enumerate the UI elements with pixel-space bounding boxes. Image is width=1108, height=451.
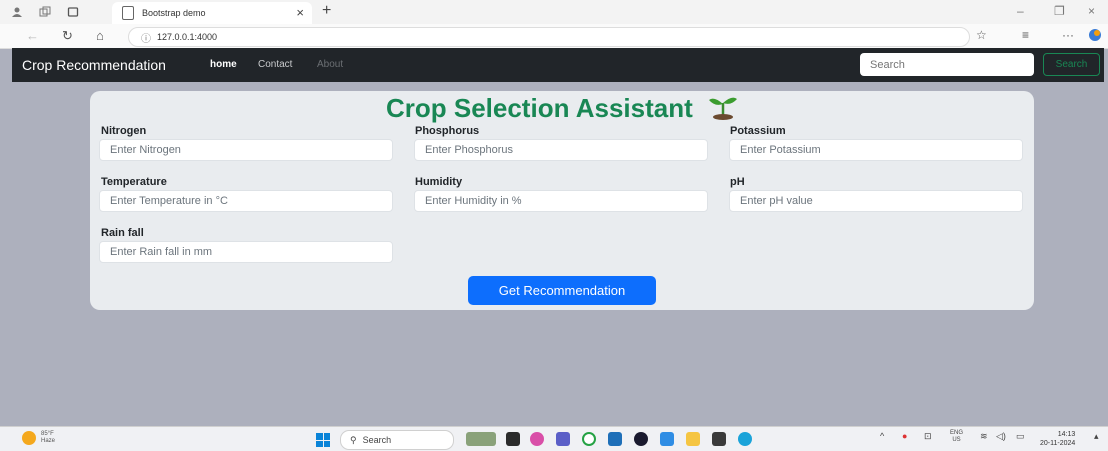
- temperature-input[interactable]: [99, 190, 393, 212]
- url-text: 127.0.0.1:4000: [157, 32, 218, 42]
- tab-actions-icon[interactable]: [62, 1, 84, 23]
- url-bar[interactable]: ⓘ 127.0.0.1:4000: [128, 27, 970, 47]
- ph-label: pH: [730, 176, 745, 188]
- volume-icon[interactable]: ◁): [996, 431, 1006, 442]
- nitrogen-input[interactable]: [99, 139, 393, 161]
- taskbar-search-label: Search: [362, 435, 392, 445]
- task-view-icon[interactable]: [506, 432, 520, 446]
- rainfall-input[interactable]: [99, 241, 393, 263]
- nav-link-home[interactable]: home: [210, 59, 237, 70]
- edge-app-icon[interactable]: [738, 432, 752, 446]
- wifi-icon[interactable]: ≋: [980, 431, 988, 442]
- sprout-icon: [708, 94, 738, 127]
- nav-link-about[interactable]: About: [317, 59, 343, 70]
- tray-overflow-icon[interactable]: ^: [880, 431, 884, 441]
- navbar-search-input[interactable]: [860, 53, 1034, 76]
- nav-link-contact[interactable]: Contact: [258, 59, 292, 70]
- sun-icon: [22, 431, 36, 445]
- potassium-input[interactable]: [729, 139, 1023, 161]
- browser-tab[interactable]: Bootstrap demo ×: [112, 2, 312, 24]
- address-bar-row: ← ↻ ⌂ ⓘ 127.0.0.1:4000 ☆ ≡ ···: [0, 24, 1108, 49]
- whatsapp-app-icon[interactable]: [582, 432, 596, 446]
- media-app-icon[interactable]: [634, 432, 648, 446]
- weather-widget[interactable]: 85°F Haze: [22, 431, 55, 445]
- page-icon: [122, 6, 134, 20]
- phosphorus-input[interactable]: [414, 139, 708, 161]
- weather-temp: 85°F: [41, 431, 54, 437]
- os-taskbar: 85°F Haze ⚲ Search ^ ● ⊡ ENG US ≋ ◁) ▭ 1…: [0, 426, 1108, 451]
- window-close-button[interactable]: ×: [1088, 4, 1095, 18]
- navbar-search-button[interactable]: Search: [1043, 53, 1100, 76]
- language-indicator[interactable]: ENG US: [950, 430, 963, 444]
- tray-network-app-icon[interactable]: ⊡: [924, 431, 932, 442]
- restore-button[interactable]: ❐: [1054, 4, 1065, 18]
- rainfall-label: Rain fall: [101, 227, 144, 239]
- site-info-icon[interactable]: ⓘ: [141, 30, 151, 45]
- weather-condition: Haze: [41, 438, 56, 444]
- page-title-wrap: Crop Selection Assistant: [90, 93, 1034, 127]
- favorites-icon[interactable]: ≡: [1022, 28, 1029, 42]
- system-clock[interactable]: 14:13 20-11-2024: [1040, 430, 1075, 448]
- widgets-app-icon[interactable]: [466, 432, 496, 446]
- lang-code: ENG: [950, 430, 964, 436]
- search-icon: ⚲: [350, 434, 357, 445]
- profile-icon[interactable]: [6, 1, 28, 23]
- copilot-icon[interactable]: [1088, 28, 1102, 45]
- ph-input[interactable]: [729, 190, 1023, 212]
- file-explorer-icon[interactable]: [686, 432, 700, 446]
- more-icon[interactable]: ···: [1062, 28, 1074, 42]
- get-recommendation-button[interactable]: Get Recommendation: [468, 276, 656, 305]
- potassium-label: Potassium: [730, 125, 786, 137]
- taskbar-search[interactable]: ⚲ Search: [340, 430, 454, 450]
- vscode-app-icon[interactable]: [660, 432, 674, 446]
- workspaces-icon[interactable]: [34, 1, 56, 23]
- notification-bell-icon[interactable]: ▴: [1094, 431, 1099, 442]
- region-code: US: [952, 437, 961, 443]
- terminal-app-icon[interactable]: [712, 432, 726, 446]
- outlook-app-icon[interactable]: [608, 432, 622, 446]
- nitrogen-label: Nitrogen: [101, 125, 147, 137]
- page-title: Crop Selection Assistant: [385, 93, 693, 123]
- reload-icon[interactable]: ↻: [62, 28, 73, 44]
- tray-app-icon[interactable]: ●: [902, 431, 907, 441]
- humidity-input[interactable]: [414, 190, 708, 212]
- home-icon[interactable]: ⌂: [96, 28, 104, 43]
- windows-start-icon[interactable]: [316, 433, 330, 447]
- favorite-star-icon[interactable]: ☆: [976, 28, 987, 42]
- site-navbar: Crop Recommendation home Contact About S…: [12, 48, 1104, 82]
- battery-icon[interactable]: ▭: [1016, 431, 1025, 442]
- temperature-label: Temperature: [101, 176, 167, 188]
- tab-title: Bootstrap demo: [142, 8, 206, 18]
- navbar-brand[interactable]: Crop Recommendation: [22, 57, 166, 73]
- back-icon[interactable]: ←: [26, 28, 39, 43]
- clock-time: 14:13: [1057, 431, 1076, 438]
- clock-date: 20-11-2024: [1040, 440, 1076, 447]
- teams-app-icon[interactable]: [556, 432, 570, 446]
- phosphorus-label: Phosphorus: [415, 125, 480, 137]
- tab-close-button[interactable]: ×: [296, 5, 304, 20]
- new-tab-button[interactable]: +: [322, 2, 331, 20]
- minimize-button[interactable]: –: [1017, 4, 1024, 18]
- copilot-app-icon[interactable]: [530, 432, 544, 446]
- humidity-label: Humidity: [415, 176, 463, 188]
- crop-form-card: Crop Selection Assistant Nitrogen Phosph…: [90, 91, 1034, 310]
